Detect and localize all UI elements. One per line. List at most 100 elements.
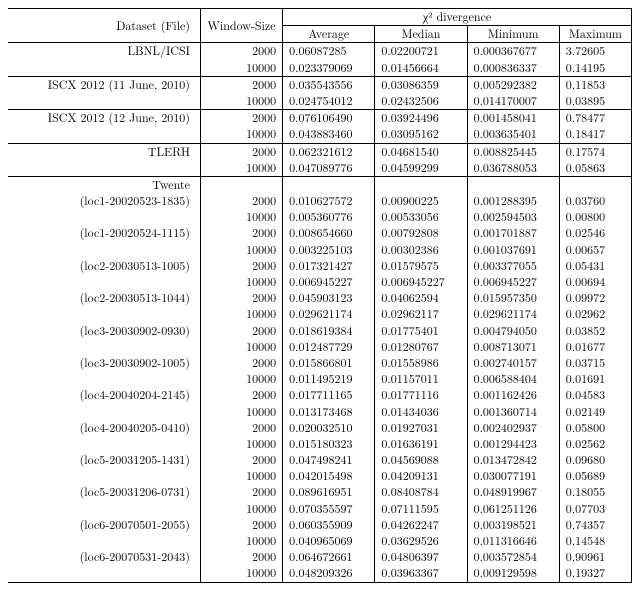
cell-avg: 0.043883460 xyxy=(283,126,375,143)
dataset-name: (loc4-20040204-2145) xyxy=(8,387,200,403)
cell-avg: 0.005360776 xyxy=(283,209,375,225)
window-size: 10000 xyxy=(200,60,282,77)
cell-med: 0.01927031 xyxy=(375,420,467,436)
cell-avg: 0.015866801 xyxy=(283,355,375,371)
cell-med: 0.02432506 xyxy=(375,93,467,110)
window-size: 10000 xyxy=(200,242,282,258)
dataset-name xyxy=(8,209,200,225)
cell-max: 0.05800 xyxy=(559,420,631,436)
cell-avg: 0.062321612 xyxy=(283,143,375,160)
window-size: 10000 xyxy=(200,274,282,290)
cell-max: 0.14195 xyxy=(559,60,631,77)
dataset-name: (loc4-20040205-0410) xyxy=(8,420,200,436)
cell-med: 0.01558986 xyxy=(375,355,467,371)
cell-avg: 0.011495219 xyxy=(283,371,375,387)
cell-max: 0.18055 xyxy=(559,484,631,500)
cell-med: 0.01579575 xyxy=(375,258,467,274)
dataset-name: (loc1-20020523-1835) xyxy=(8,193,200,209)
cell-avg: 0.040965069 xyxy=(283,533,375,549)
dataset-name: ISCX 2012 (11 June, 2010) xyxy=(8,76,200,93)
cell-max: 0.02962 xyxy=(559,306,631,322)
cell-avg: 0.060355909 xyxy=(283,517,375,533)
window-size: 10000 xyxy=(200,565,282,582)
cell-max: 0.00694 xyxy=(559,274,631,290)
cell-min: 0.003198521 xyxy=(467,517,559,533)
cell-med: 0.08408784 xyxy=(375,484,467,500)
cell-max: 0.03760 xyxy=(559,193,631,209)
cell-med: 0.01771116 xyxy=(375,387,467,403)
cell-avg: 0.017711165 xyxy=(283,387,375,403)
dataset-name xyxy=(8,565,200,582)
cell-min: 0.002402937 xyxy=(467,420,559,436)
window-size: 10000 xyxy=(200,126,282,143)
cell-min: 0.013472842 xyxy=(467,452,559,468)
cell-avg: 0.029621174 xyxy=(283,306,375,322)
cell-avg: 0.035543556 xyxy=(283,76,375,93)
cell-max: 0.78477 xyxy=(559,110,631,127)
cell-max: 0.18417 xyxy=(559,126,631,143)
cell-min: 0.036788053 xyxy=(467,160,559,177)
cell-max xyxy=(559,176,631,193)
window-size: 2000 xyxy=(200,452,282,468)
cell-avg: 0.006945227 xyxy=(283,274,375,290)
dataset-name xyxy=(8,274,200,290)
cell-max: 0.04583 xyxy=(559,387,631,403)
cell-min: 0.003572854 xyxy=(467,549,559,565)
cell-min xyxy=(467,176,559,193)
dataset-name xyxy=(8,468,200,484)
cell-avg: 0.018619384 xyxy=(283,323,375,339)
cell-med: 0.03095162 xyxy=(375,126,467,143)
cell-max: 0.03895 xyxy=(559,93,631,110)
window-size: 2000 xyxy=(200,484,282,500)
cell-min: 0.001701887 xyxy=(467,225,559,241)
window-size: 10000 xyxy=(200,339,282,355)
cell-med: 0.01434036 xyxy=(375,404,467,420)
window-size: 10000 xyxy=(200,93,282,110)
cell-avg: 0.003225103 xyxy=(283,242,375,258)
cell-max: 3.72605 xyxy=(559,43,631,60)
cell-max: 0.00657 xyxy=(559,242,631,258)
header-dataset: Dataset (File) xyxy=(8,9,200,43)
dataset-name xyxy=(8,371,200,387)
cell-avg: 0.064672661 xyxy=(283,549,375,565)
dataset-name xyxy=(8,93,200,110)
dataset-name xyxy=(8,339,200,355)
cell-med: 0.04681540 xyxy=(375,143,467,160)
header-max: Maximum xyxy=(559,26,631,43)
cell-med: 0.04599299 xyxy=(375,160,467,177)
dataset-name: (loc5-20031206-0731) xyxy=(8,484,200,500)
cell-max: 0.74357 xyxy=(559,517,631,533)
cell-med: 0.03963367 xyxy=(375,565,467,582)
dataset-name: (loc1-20020524-1115) xyxy=(8,225,200,241)
cell-min: 0.029621174 xyxy=(467,306,559,322)
cell-med: 0.04062594 xyxy=(375,290,467,306)
window-size: 2000 xyxy=(200,143,282,160)
chi-square-table: Dataset (File)Window-Sizeχ² divergenceAv… xyxy=(8,8,632,583)
cell-avg: 0.047089776 xyxy=(283,160,375,177)
cell-avg: 0.070355597 xyxy=(283,501,375,517)
cell-med: 0.01636191 xyxy=(375,436,467,452)
cell-max: 0.03852 xyxy=(559,323,631,339)
cell-avg: 0.024754012 xyxy=(283,93,375,110)
window-size: 2000 xyxy=(200,43,282,60)
header-min: Minimum xyxy=(467,26,559,43)
cell-avg: 0.015180323 xyxy=(283,436,375,452)
cell-avg: 0.020032510 xyxy=(283,420,375,436)
cell-med: 0.01775401 xyxy=(375,323,467,339)
window-size: 10000 xyxy=(200,533,282,549)
cell-min: 0.002594503 xyxy=(467,209,559,225)
cell-med: 0.04209131 xyxy=(375,468,467,484)
dataset-name xyxy=(8,501,200,517)
dataset-name xyxy=(8,533,200,549)
dataset-name: (loc2-20030513-1005) xyxy=(8,258,200,274)
cell-max: 0.02149 xyxy=(559,404,631,420)
cell-min: 0.006588404 xyxy=(467,371,559,387)
cell-min: 0.001162426 xyxy=(467,387,559,403)
cell-min: 0.015957350 xyxy=(467,290,559,306)
dataset-name xyxy=(8,126,200,143)
cell-avg: 0.06087285 xyxy=(283,43,375,60)
dataset-name xyxy=(8,242,200,258)
dataset-name: Twente xyxy=(8,176,200,193)
cell-med: 0.04262247 xyxy=(375,517,467,533)
cell-avg: 0.042015498 xyxy=(283,468,375,484)
